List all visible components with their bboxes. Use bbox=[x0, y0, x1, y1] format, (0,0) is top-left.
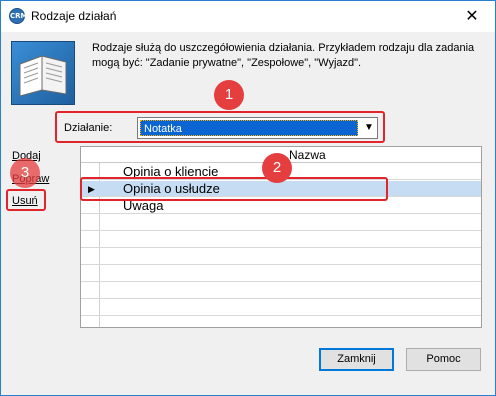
open-book-image bbox=[11, 41, 75, 105]
callout-selected-row bbox=[80, 177, 388, 201]
callout-delete-link bbox=[6, 189, 46, 211]
callout-badge-3: 3 bbox=[10, 158, 40, 188]
callout-activity-dropdown bbox=[55, 111, 385, 143]
empty-row bbox=[81, 283, 481, 299]
title-bar: CRM Rodzaje działań ✕ bbox=[1, 1, 495, 32]
close-window-button[interactable]: ✕ bbox=[449, 1, 495, 31]
dialog-window: CRM Rodzaje działań ✕ Rodzaje służą do u… bbox=[0, 0, 496, 396]
empty-row bbox=[81, 215, 481, 231]
help-button[interactable]: Pomoc bbox=[406, 348, 481, 371]
empty-row bbox=[81, 317, 481, 327]
book-icon bbox=[19, 55, 67, 97]
empty-row bbox=[81, 249, 481, 265]
empty-row bbox=[81, 266, 481, 282]
empty-row bbox=[81, 300, 481, 316]
description-text: Rodzaje służą do uszczegółowienia działa… bbox=[92, 42, 475, 69]
column-header-name[interactable]: Nazwa bbox=[289, 148, 326, 162]
window-title: Rodzaje działań bbox=[31, 9, 117, 23]
close-button[interactable]: Zamknij bbox=[319, 348, 394, 371]
empty-row bbox=[81, 232, 481, 248]
callout-badge-1: 1 bbox=[214, 80, 244, 110]
app-icon: CRM bbox=[9, 8, 28, 24]
callout-badge-2: 2 bbox=[262, 153, 292, 183]
